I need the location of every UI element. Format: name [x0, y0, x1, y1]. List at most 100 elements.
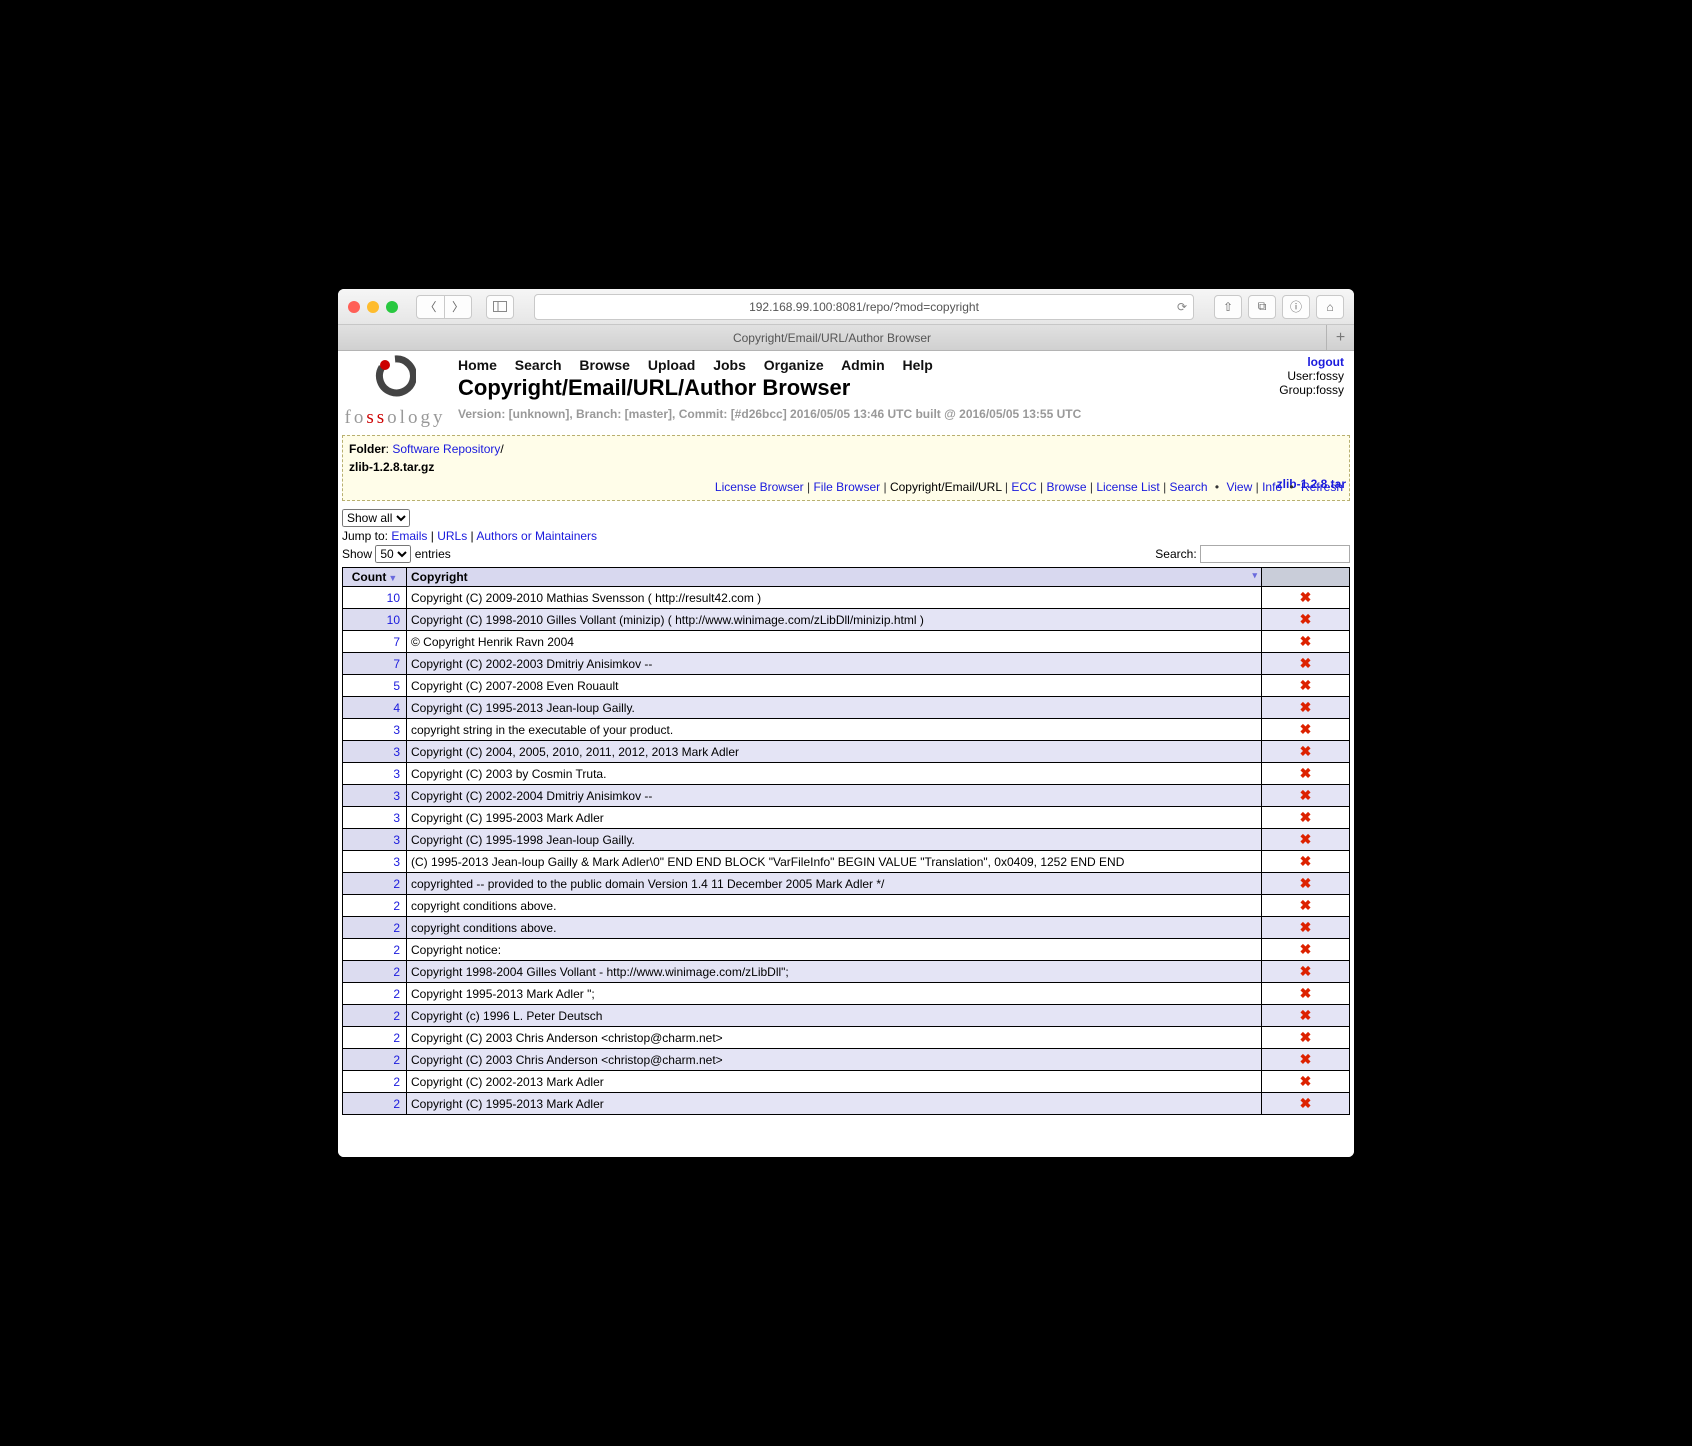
menu-upload[interactable]: Upload [648, 357, 695, 373]
row-delete[interactable]: ✖ [1262, 631, 1350, 653]
row-count[interactable]: 3 [343, 851, 407, 873]
row-delete[interactable]: ✖ [1262, 1005, 1350, 1027]
subnav-info[interactable]: Info [1262, 480, 1282, 494]
row-delete[interactable]: ✖ [1262, 763, 1350, 785]
row-delete[interactable]: ✖ [1262, 851, 1350, 873]
row-delete[interactable]: ✖ [1262, 917, 1350, 939]
showall-select[interactable]: Show all [342, 509, 410, 527]
row-delete[interactable]: ✖ [1262, 609, 1350, 631]
table-row: 3Copyright (C) 1995-2003 Mark Adler✖ [343, 807, 1350, 829]
subnav-search[interactable]: Search [1170, 480, 1208, 494]
close-icon[interactable] [348, 301, 360, 313]
row-count[interactable]: 2 [343, 1005, 407, 1027]
row-delete[interactable]: ✖ [1262, 587, 1350, 609]
row-delete[interactable]: ✖ [1262, 719, 1350, 741]
row-delete[interactable]: ✖ [1262, 895, 1350, 917]
row-count[interactable]: 4 [343, 697, 407, 719]
subnav-browse[interactable]: Browse [1047, 480, 1087, 494]
share-icon: ⇧ [1223, 300, 1233, 314]
row-count[interactable]: 2 [343, 983, 407, 1005]
row-delete[interactable]: ✖ [1262, 1027, 1350, 1049]
row-count[interactable]: 10 [343, 609, 407, 631]
search-input[interactable] [1200, 545, 1350, 563]
back-button[interactable]: 〈 [416, 295, 444, 319]
logout-link[interactable]: logout [1279, 355, 1344, 369]
row-count[interactable]: 7 [343, 653, 407, 675]
tabs-button[interactable]: ⧉ [1248, 295, 1276, 319]
delete-icon: ✖ [1300, 1095, 1312, 1111]
menu-browse[interactable]: Browse [579, 357, 630, 373]
subnav-view[interactable]: View [1226, 480, 1252, 494]
reload-icon[interactable]: ⟳ [1177, 300, 1187, 314]
row-text: Copyright (C) 2003 by Cosmin Truta. [407, 763, 1262, 785]
row-count[interactable]: 3 [343, 719, 407, 741]
forward-button[interactable]: 〉 [444, 295, 472, 319]
subnav-license-list[interactable]: License List [1096, 480, 1159, 494]
zoom-icon[interactable] [386, 301, 398, 313]
row-delete[interactable]: ✖ [1262, 1049, 1350, 1071]
share-button[interactable]: ⇧ [1214, 295, 1242, 319]
col-copyright[interactable]: Copyright▾ [407, 568, 1262, 587]
row-text: copyrighted -- provided to the public do… [407, 873, 1262, 895]
row-count[interactable]: 2 [343, 961, 407, 983]
subnav-refresh[interactable]: Refresh [1301, 480, 1343, 494]
row-delete[interactable]: ✖ [1262, 961, 1350, 983]
row-text: Copyright (C) 1995-1998 Jean-loup Gailly… [407, 829, 1262, 851]
row-delete[interactable]: ✖ [1262, 785, 1350, 807]
row-count[interactable]: 2 [343, 1049, 407, 1071]
row-count[interactable]: 3 [343, 741, 407, 763]
entries-select[interactable]: 50 [375, 545, 411, 563]
tab-current[interactable]: Copyright/Email/URL/Author Browser [338, 331, 1326, 345]
row-count[interactable]: 3 [343, 829, 407, 851]
jump-authors[interactable]: Authors or Maintainers [476, 529, 597, 543]
row-delete[interactable]: ✖ [1262, 675, 1350, 697]
row-delete[interactable]: ✖ [1262, 1093, 1350, 1115]
jump-emails[interactable]: Emails [391, 529, 427, 543]
menu-home[interactable]: Home [458, 357, 497, 373]
row-delete[interactable]: ✖ [1262, 983, 1350, 1005]
minimize-icon[interactable] [367, 301, 379, 313]
row-count[interactable]: 2 [343, 939, 407, 961]
row-count[interactable]: 2 [343, 895, 407, 917]
row-delete[interactable]: ✖ [1262, 697, 1350, 719]
row-count[interactable]: 7 [343, 631, 407, 653]
url-bar[interactable]: 192.168.99.100:8081/repo/?mod=copyright … [534, 294, 1194, 320]
row-count[interactable]: 2 [343, 1071, 407, 1093]
add-tab-button[interactable]: + [1326, 325, 1354, 350]
row-delete[interactable]: ✖ [1262, 741, 1350, 763]
col-count[interactable]: Count▼ [343, 568, 407, 587]
row-delete[interactable]: ✖ [1262, 829, 1350, 851]
row-count[interactable]: 2 [343, 1093, 407, 1115]
menu-organize[interactable]: Organize [764, 357, 824, 373]
subnav-ecc[interactable]: ECC [1011, 480, 1036, 494]
info-button[interactable]: ⓘ [1282, 295, 1310, 319]
menu-help[interactable]: Help [903, 357, 933, 373]
delete-icon: ✖ [1300, 941, 1312, 957]
row-count[interactable]: 2 [343, 1027, 407, 1049]
row-count[interactable]: 10 [343, 587, 407, 609]
table-row: 2Copyright (C) 2003 Chris Anderson <chri… [343, 1049, 1350, 1071]
row-delete[interactable]: ✖ [1262, 939, 1350, 961]
row-count[interactable]: 3 [343, 763, 407, 785]
row-delete[interactable]: ✖ [1262, 807, 1350, 829]
subnav-license-browser[interactable]: License Browser [715, 480, 804, 494]
menu-jobs[interactable]: Jobs [713, 357, 746, 373]
jump-urls[interactable]: URLs [437, 529, 467, 543]
menu-admin[interactable]: Admin [841, 357, 885, 373]
delete-icon: ✖ [1300, 1029, 1312, 1045]
row-count[interactable]: 5 [343, 675, 407, 697]
row-count[interactable]: 2 [343, 873, 407, 895]
nav-buttons: 〈 〉 [416, 295, 472, 319]
sidebar-button[interactable] [486, 295, 514, 319]
home-button[interactable]: ⌂ [1316, 295, 1344, 319]
row-delete[interactable]: ✖ [1262, 1071, 1350, 1093]
sort-desc-icon: ▼ [388, 573, 397, 583]
menu-search[interactable]: Search [515, 357, 562, 373]
row-delete[interactable]: ✖ [1262, 873, 1350, 895]
folder-repo-link[interactable]: Software Repository [392, 442, 500, 456]
row-count[interactable]: 2 [343, 917, 407, 939]
subnav-file-browser[interactable]: File Browser [813, 480, 880, 494]
row-count[interactable]: 3 [343, 807, 407, 829]
row-count[interactable]: 3 [343, 785, 407, 807]
row-delete[interactable]: ✖ [1262, 653, 1350, 675]
